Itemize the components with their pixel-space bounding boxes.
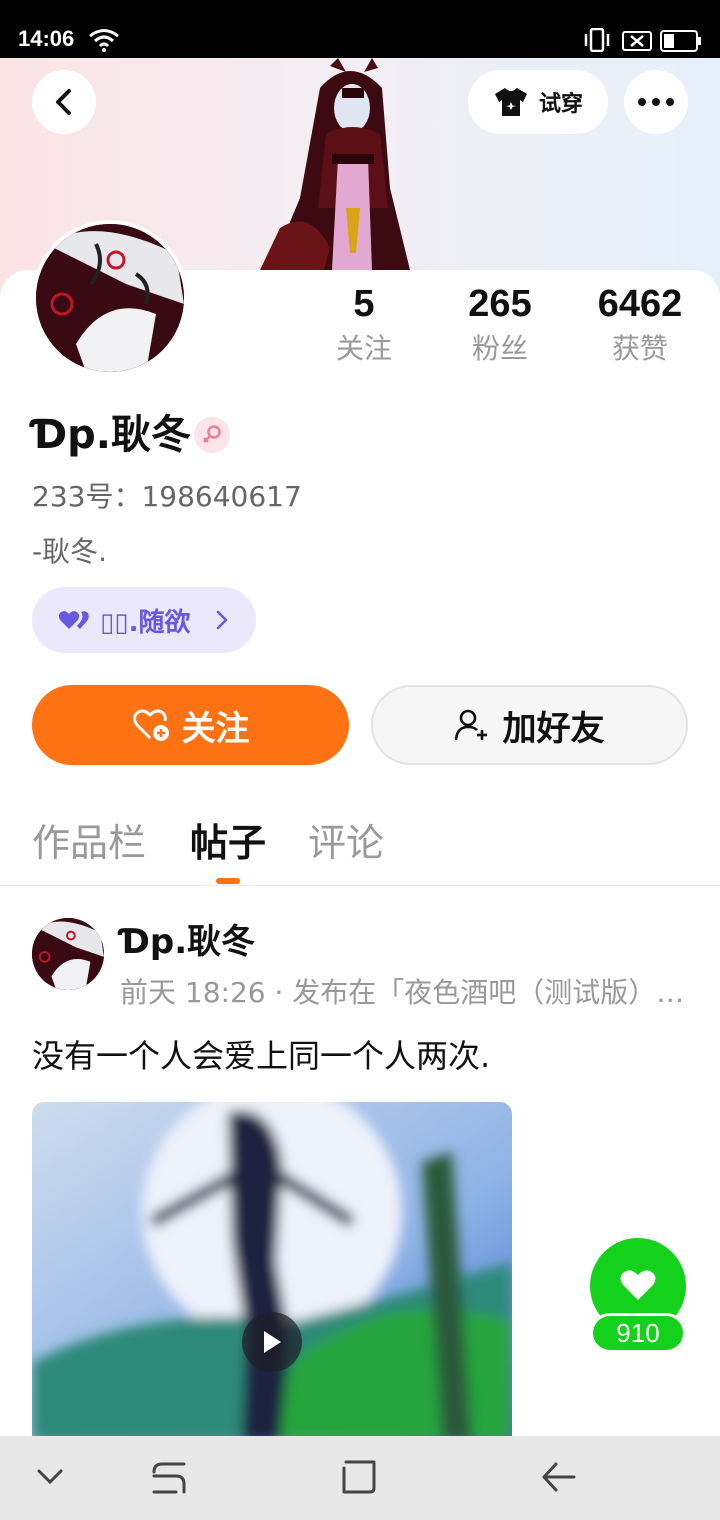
play-icon <box>264 1331 281 1353</box>
back-arrow-icon[interactable] <box>540 1458 578 1496</box>
gender-badge <box>194 417 230 453</box>
heart-plus-icon <box>132 709 169 741</box>
relation-label: ▯▯.随欲 <box>100 607 191 638</box>
vibrate-icon <box>584 28 610 52</box>
add-friend-label: 加好友 <box>502 708 605 749</box>
chevron-right-icon <box>216 610 228 630</box>
stat-likes[interactable]: 6462 获赞 <box>580 282 700 366</box>
like-count: 910 <box>590 1313 686 1353</box>
add-user-icon <box>454 709 487 741</box>
post-author-name[interactable]: Ɗp.耿冬 <box>120 920 255 964</box>
chevron-down-icon[interactable] <box>36 1468 64 1486</box>
post-video-thumbnail[interactable] <box>32 1102 512 1442</box>
follow-label: 关注 <box>181 708 250 749</box>
stat-following-value: 5 <box>353 283 375 325</box>
recent-apps-icon[interactable] <box>150 1458 188 1498</box>
stat-following[interactable]: 5 关注 <box>304 282 424 366</box>
system-nav-bar <box>0 1436 720 1520</box>
status-bar: 14:06 <box>0 0 720 58</box>
stat-likes-value: 6462 <box>597 283 683 325</box>
stat-followers-value: 265 <box>468 283 532 325</box>
home-icon[interactable] <box>340 1458 378 1496</box>
heart-icon <box>620 1270 656 1300</box>
no-sim-icon <box>622 31 652 51</box>
back-button[interactable] <box>32 70 96 134</box>
female-icon <box>203 425 221 443</box>
follow-button[interactable]: 关注 <box>32 685 349 765</box>
active-tab-indicator <box>216 878 240 884</box>
profile-avatar[interactable] <box>32 220 188 376</box>
more-options-button[interactable] <box>624 70 688 134</box>
avatar-image <box>32 918 104 990</box>
post-text[interactable]: 没有一个人会爱上同一个人两次. <box>32 1034 490 1078</box>
stat-following-label: 关注 <box>335 332 392 365</box>
stat-followers-label: 粉丝 <box>471 332 528 365</box>
profile-username: Ɗp.耿冬 <box>32 412 191 458</box>
tshirt-icon <box>494 88 527 116</box>
post-meta: 前天 18:26 · 发布在「夜色酒吧（测试版）… <box>120 976 685 1009</box>
tab-comments[interactable]: 评论 <box>308 818 384 868</box>
tabs-divider <box>0 885 720 886</box>
tab-posts[interactable]: 帖子 <box>190 818 266 868</box>
post-author-avatar[interactable] <box>32 918 104 990</box>
tab-works[interactable]: 作品栏 <box>32 818 146 868</box>
status-time: 14:06 <box>18 26 75 51</box>
video-thumbnail-image <box>32 1102 512 1442</box>
try-on-label: 试穿 <box>538 92 583 117</box>
add-friend-button[interactable]: 加好友 <box>371 685 688 765</box>
try-on-button[interactable]: 试穿 <box>468 70 608 134</box>
chevron-left-icon <box>56 89 71 115</box>
stat-likes-label: 获赞 <box>611 332 668 365</box>
stat-followers[interactable]: 265 粉丝 <box>440 282 560 366</box>
more-dots-icon <box>638 98 674 106</box>
wifi-icon <box>89 29 119 52</box>
battery-icon <box>660 30 701 52</box>
avatar-figure-image <box>260 58 410 270</box>
relation-chip[interactable]: ▯▯.随欲 <box>32 587 256 653</box>
avatar-image <box>36 224 184 372</box>
play-button[interactable] <box>242 1312 302 1372</box>
user-id: 233号：198640617 <box>32 480 302 513</box>
double-heart-icon <box>58 611 89 629</box>
user-bio: -耿冬. <box>32 535 108 568</box>
